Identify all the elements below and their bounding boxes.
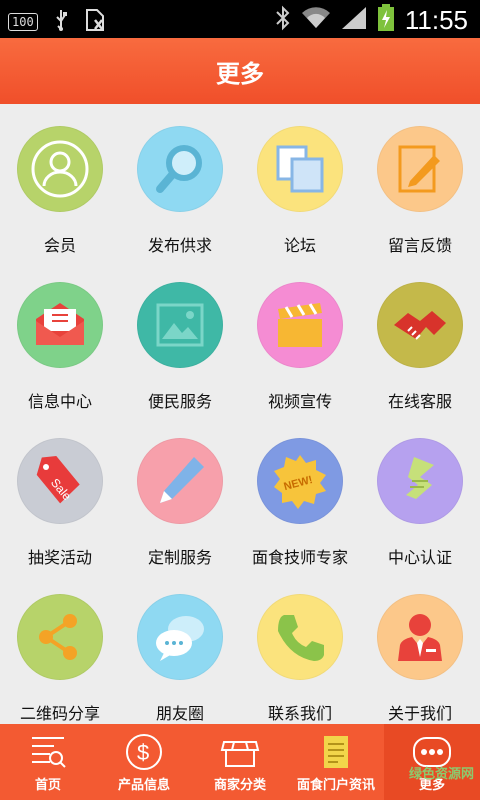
share-icon (17, 594, 103, 680)
status-bar: 100 11:55 (0, 0, 480, 38)
no-sim-icon (84, 8, 106, 36)
grid-item-label: 会员 (43, 236, 76, 255)
forum-icon (257, 126, 343, 212)
search-icon (137, 126, 223, 212)
grid-item-custom-service[interactable]: 定制服务 (120, 416, 240, 572)
grid-item-qrcode-share[interactable]: 二维码分享 (0, 572, 120, 728)
nav-item-home[interactable]: 首页 (0, 724, 96, 800)
grid-item-label: 在线客服 (387, 392, 452, 411)
grid-item-video[interactable]: 视频宣传 (240, 260, 360, 416)
nav-label: 产品信息 (117, 778, 170, 793)
new-badge-icon: NEW! (257, 438, 343, 524)
grid-item-lottery[interactable]: Sale 抽奖活动 (0, 416, 120, 572)
handshake-icon (377, 282, 463, 368)
status-left: 100 (8, 8, 106, 36)
home-list-icon (32, 737, 66, 768)
pencil-icon (137, 438, 223, 524)
feature-grid: 会员 发布供求 论坛 留言反馈 信息中心 便民服务 视频宣传 在线客服 Sale… (0, 104, 480, 724)
nav-label: 面食门户资讯 (296, 778, 375, 793)
usb-icon (52, 9, 70, 35)
grid-item-member[interactable]: 会员 (0, 104, 120, 260)
grid-item-label: 发布供求 (147, 236, 212, 255)
clapper-icon (257, 282, 343, 368)
grid-item-pasta-expert[interactable]: NEW! 面食技师专家 (240, 416, 360, 572)
grid-item-publish[interactable]: 发布供求 (120, 104, 240, 260)
status-right: 11:55 (275, 4, 468, 36)
dollar-icon: $ (126, 734, 162, 770)
bluetooth-icon (275, 5, 291, 35)
nav-item-news[interactable]: 面食门户资讯 (288, 724, 384, 800)
grid-item-label: 视频宣传 (267, 392, 332, 411)
grid-item-label: 中心认证 (387, 548, 452, 567)
grid-item-label: 联系我们 (267, 704, 332, 723)
nav-item-merchants[interactable]: 商家分类 (192, 724, 288, 800)
certificate-icon (377, 438, 463, 524)
page-title: 更多 (216, 59, 264, 88)
member-icon (17, 126, 103, 212)
mail-icon (17, 282, 103, 368)
nav-item-more[interactable]: 更多 绿色资源网 (384, 724, 480, 800)
grid-item-label: 关于我们 (387, 704, 452, 723)
header-bar: 更多 (0, 38, 480, 104)
battery-level-icon: 100 (8, 13, 38, 31)
grid-item-feedback[interactable]: 留言反馈 (360, 104, 480, 260)
grid-item-convenience[interactable]: 便民服务 (120, 260, 240, 416)
grid-item-label: 面食技师专家 (251, 548, 348, 567)
grid-item-label: 二维码分享 (19, 704, 100, 723)
news-icon (324, 736, 348, 768)
clock: 11:55 (404, 4, 468, 35)
grid-item-certification[interactable]: 中心认证 (360, 416, 480, 572)
nav-label: 商家分类 (213, 778, 266, 793)
bottom-nav: 首页 $ 产品信息 商家分类 面食门户资讯 更多 绿色资源网 (0, 724, 480, 800)
grid-item-label: 便民服务 (147, 392, 212, 411)
grid-item-label: 定制服务 (147, 548, 212, 567)
chat-icon (137, 594, 223, 680)
grid-item-moments[interactable]: 朋友圈 (120, 572, 240, 728)
wifi-icon (301, 6, 331, 34)
watermark: 绿色资源网 (408, 767, 474, 782)
picture-icon (137, 282, 223, 368)
grid-item-label: 论坛 (283, 236, 316, 255)
grid-item-info-center[interactable]: 信息中心 (0, 260, 120, 416)
battery-charging-icon (377, 4, 395, 36)
grid-item-label: 朋友圈 (155, 704, 204, 723)
grid-item-label: 抽奖活动 (27, 548, 92, 567)
sale-tag-icon: Sale (17, 438, 103, 524)
signal-icon (341, 6, 367, 34)
store-icon (220, 741, 260, 767)
grid-item-forum[interactable]: 论坛 (240, 104, 360, 260)
svg-text:$: $ (137, 740, 149, 765)
grid-item-about-us[interactable]: 关于我们 (360, 572, 480, 728)
feedback-icon (377, 126, 463, 212)
person-icon (377, 594, 463, 680)
grid-item-contact-us[interactable]: 联系我们 (240, 572, 360, 728)
grid-item-label: 信息中心 (27, 392, 92, 411)
grid-item-online-service[interactable]: 在线客服 (360, 260, 480, 416)
nav-label: 首页 (34, 778, 61, 793)
grid-item-label: 留言反馈 (387, 236, 452, 255)
phone-icon (257, 594, 343, 680)
nav-item-products[interactable]: $ 产品信息 (96, 724, 192, 800)
